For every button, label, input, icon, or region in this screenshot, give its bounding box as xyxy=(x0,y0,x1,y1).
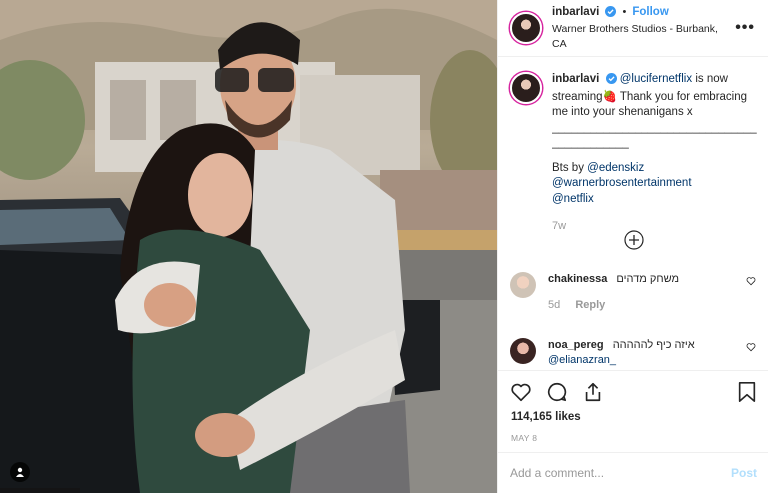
comment-mention[interactable]: @elianazran_ xyxy=(548,354,616,366)
like-comment-icon[interactable] xyxy=(746,276,756,289)
post-caption: inbarlavi @lucifernetflix is now streami… xyxy=(498,58,768,235)
caption-avatar[interactable] xyxy=(510,72,542,104)
commenter-avatar[interactable] xyxy=(510,272,536,298)
add-comment-bar: Post xyxy=(498,452,768,493)
mention-warnerbros[interactable]: @warnerbrosentertainment xyxy=(552,177,692,189)
verified-badge-icon xyxy=(605,73,617,90)
couple-photo-illustration xyxy=(0,0,497,493)
caption-username[interactable]: inbarlavi xyxy=(552,73,599,85)
comment-age: 5d xyxy=(548,299,561,311)
follow-button[interactable]: Follow xyxy=(632,6,668,18)
comment-text: משחק מדהים xyxy=(616,273,680,285)
comments-section: inbarlavi @lucifernetflix is now streami… xyxy=(498,58,768,370)
comment-item: noa_pereg איזה כיף לההההה @elianazran_ xyxy=(510,338,760,368)
post-photo[interactable] xyxy=(0,0,497,493)
post-comment-button[interactable]: Post xyxy=(731,466,757,480)
share-icon[interactable] xyxy=(582,381,604,406)
location-link[interactable]: Warner Brothers Studios - Burbank, CA xyxy=(552,22,735,52)
bts-label: Bts by xyxy=(552,161,588,174)
load-more-comments-icon[interactable] xyxy=(624,230,644,250)
post-date: MAY 8 xyxy=(511,433,538,443)
separator-dot: • xyxy=(622,5,627,18)
like-comment-icon[interactable] xyxy=(746,342,756,355)
comment-meta: 5d Reply xyxy=(548,298,728,313)
comment-body: chakinessa משחק מדהים 5d Reply xyxy=(548,272,728,313)
caption-time-ago: 7w xyxy=(552,220,567,232)
post-side-panel: inbarlavi • Follow Warner Brothers Studi… xyxy=(497,0,768,493)
more-options-icon[interactable]: ••• xyxy=(735,19,755,37)
mention-edenskiz[interactable]: @edenskiz xyxy=(587,162,644,174)
photo-bottom-strip xyxy=(0,488,80,493)
reply-button[interactable]: Reply xyxy=(575,299,605,311)
verified-badge-icon xyxy=(605,5,617,22)
comment-bubble-icon[interactable] xyxy=(546,381,568,406)
mention-netflix[interactable]: @netflix xyxy=(552,193,594,205)
comment-body: noa_pereg איזה כיף לההההה @elianazran_ xyxy=(548,338,728,368)
author-avatar[interactable] xyxy=(510,12,542,44)
commenter-avatar[interactable] xyxy=(510,338,536,364)
strawberry-emoji: 🍓 xyxy=(602,90,617,103)
caption-divider: ________________________________ xyxy=(552,121,757,134)
author-username[interactable]: inbarlavi xyxy=(552,6,599,18)
caption-body: inbarlavi @lucifernetflix is now streami… xyxy=(552,72,757,235)
action-row xyxy=(510,381,604,406)
user-tags-icon[interactable] xyxy=(10,462,30,482)
post-header: inbarlavi • Follow Warner Brothers Studi… xyxy=(498,0,768,57)
post-actions: 114,165 likes MAY 8 xyxy=(498,370,768,451)
mention-lucifernetflix[interactable]: @lucifernetflix xyxy=(620,73,692,85)
save-bookmark-icon[interactable] xyxy=(737,381,757,406)
add-comment-input[interactable] xyxy=(510,466,731,480)
commenter-username[interactable]: noa_pereg xyxy=(548,339,604,351)
comment-text: איזה כיף לההההה xyxy=(612,339,695,351)
caption-divider-short: ____________ xyxy=(552,137,629,149)
header-text: inbarlavi • Follow Warner Brothers Studi… xyxy=(552,5,735,52)
comment-item: chakinessa משחק מדהים 5d Reply xyxy=(510,272,760,313)
like-heart-icon[interactable] xyxy=(510,381,532,406)
likes-count[interactable]: 114,165 likes xyxy=(511,411,581,423)
commenter-username[interactable]: chakinessa xyxy=(548,273,607,285)
